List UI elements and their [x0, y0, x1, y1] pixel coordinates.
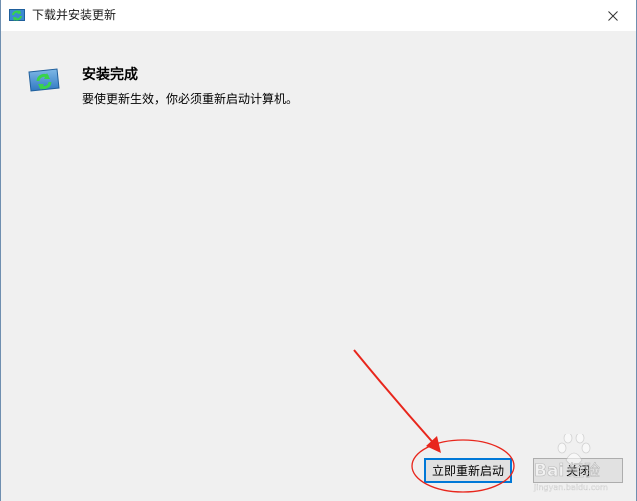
update-dialog-window: 下载并安装更新 安装完成 要使更新生效，你必须重新启动计算机。 立即重新启动 关…: [0, 0, 637, 501]
restart-now-button[interactable]: 立即重新启动: [424, 458, 512, 483]
status-message: 要使更新生效，你必须重新启动计算机。: [82, 92, 299, 106]
title-bar[interactable]: 下载并安装更新: [1, 0, 636, 31]
baidu-jingyan-watermark: Bai 经验 jingyan.baidu.com: [533, 434, 608, 492]
update-complete-icon: [28, 68, 60, 92]
window-title: 下载并安装更新: [32, 8, 117, 22]
svg-text:jingyan.baidu.com: jingyan.baidu.com: [533, 483, 608, 492]
dialog-content: 安装完成 要使更新生效，你必须重新启动计算机。 立即重新启动 关闭: [1, 31, 636, 501]
windows-update-icon: [9, 9, 25, 21]
close-icon: [608, 10, 618, 21]
status-heading: 安装完成: [82, 67, 138, 83]
close-window-button[interactable]: [590, 0, 636, 31]
svg-text:Bai: Bai: [534, 461, 564, 481]
svg-text:经验: 经验: [568, 461, 600, 480]
